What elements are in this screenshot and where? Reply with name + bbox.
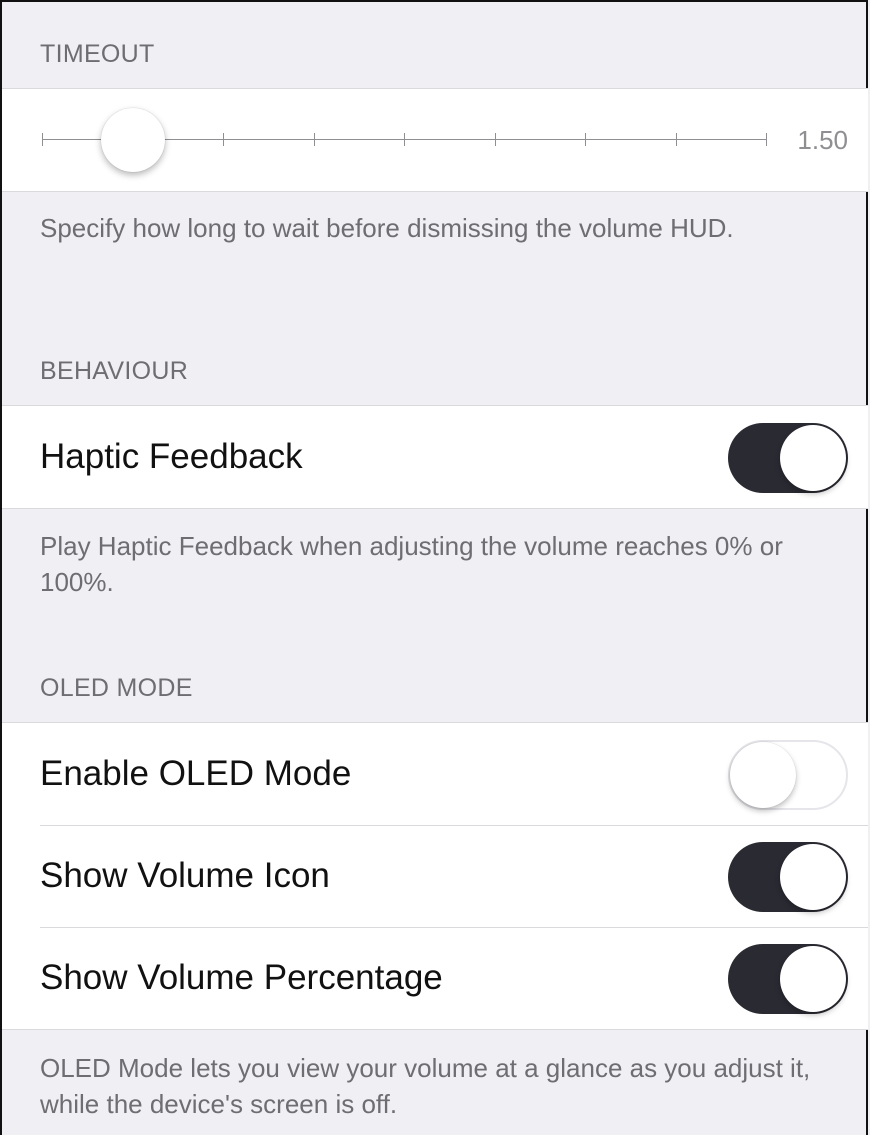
show-volume-percentage-label: Show Volume Percentage xyxy=(40,958,443,997)
enable-oled-mode-toggle[interactable] xyxy=(728,740,848,810)
timeout-section-header: TIMEOUT xyxy=(40,40,155,68)
behaviour-section-header: BEHAVIOUR xyxy=(40,357,189,385)
slider-tick xyxy=(676,133,677,146)
show-volume-percentage-toggle[interactable] xyxy=(728,944,848,1014)
show-volume-percentage-row: Show Volume Percentage xyxy=(2,927,868,1029)
show-volume-icon-label: Show Volume Icon xyxy=(40,856,330,895)
toggle-knob xyxy=(730,742,796,808)
settings-screen: TIMEOUT 1.50 Specify how long to wait be… xyxy=(0,0,868,1135)
timeout-slider-thumb[interactable] xyxy=(101,108,165,172)
oled-footer: OLED Mode lets you view your volume at a… xyxy=(40,1053,811,1119)
toggle-knob xyxy=(780,844,846,910)
toggle-knob xyxy=(780,946,846,1012)
enable-oled-mode-row: Enable OLED Mode xyxy=(2,723,868,825)
toggle-knob xyxy=(780,425,846,491)
timeout-slider-row: 1.50 xyxy=(2,89,868,191)
oled-section-header: OLED MODE xyxy=(40,674,193,702)
slider-tick xyxy=(404,133,405,146)
timeout-group: 1.50 xyxy=(2,88,868,192)
timeout-slider-value: 1.50 xyxy=(797,125,848,155)
timeout-footer: Specify how long to wait before dismissi… xyxy=(40,213,734,243)
enable-oled-mode-label: Enable OLED Mode xyxy=(40,754,352,793)
show-volume-icon-row: Show Volume Icon xyxy=(2,825,868,927)
slider-tick xyxy=(495,133,496,146)
behaviour-footer: Play Haptic Feedback when adjusting the … xyxy=(40,531,783,597)
haptic-feedback-row: Haptic Feedback xyxy=(2,406,868,508)
slider-tick xyxy=(223,133,224,146)
oled-group: Enable OLED Mode Show Volume Icon Show V… xyxy=(2,722,868,1030)
show-volume-icon-toggle[interactable] xyxy=(728,842,848,912)
slider-tick xyxy=(585,133,586,146)
haptic-feedback-toggle[interactable] xyxy=(728,423,848,493)
slider-tick xyxy=(42,133,43,146)
slider-tick xyxy=(766,133,767,146)
behaviour-group: Haptic Feedback xyxy=(2,405,868,509)
haptic-feedback-label: Haptic Feedback xyxy=(40,437,303,476)
slider-tick xyxy=(314,133,315,146)
